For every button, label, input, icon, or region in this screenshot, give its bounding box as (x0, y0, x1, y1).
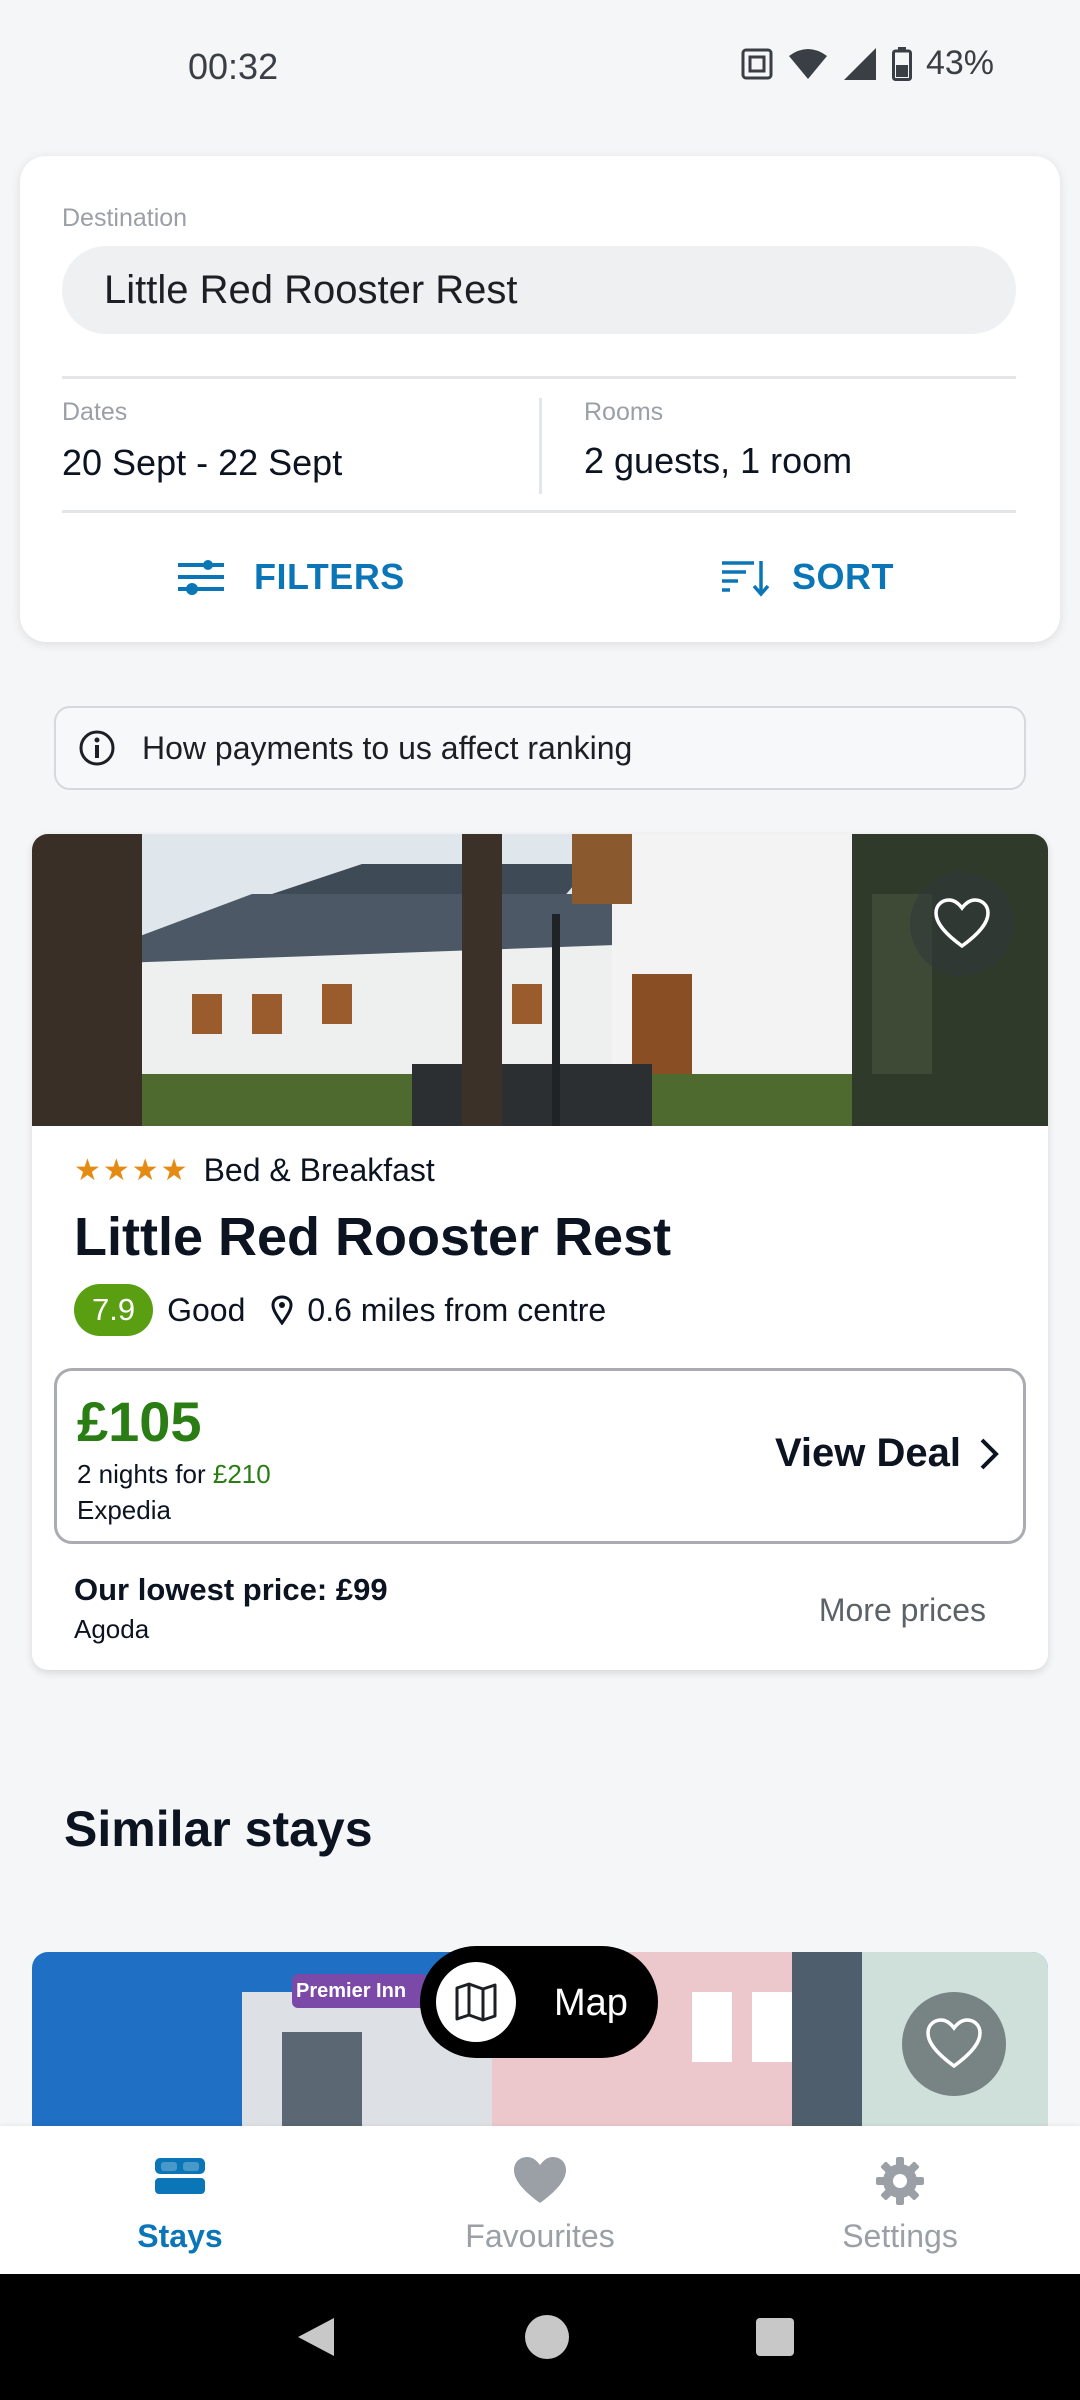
map-label: Map (554, 1982, 628, 2024)
status-bar: 00:32 43% (0, 0, 1080, 130)
rating-row: 7.9 Good 0.6 miles from centre (74, 1284, 606, 1336)
nav-label-stays: Stays (137, 2218, 223, 2254)
heart-outline-icon (934, 898, 990, 949)
bottom-navigation: Stays Favourites Settings (0, 2126, 1080, 2274)
gear-icon (876, 2157, 924, 2205)
deal-box[interactable]: £105 2 nights for £210 Expedia View Deal (54, 1368, 1026, 1544)
filters-button[interactable]: FILTERS (176, 556, 405, 598)
map-button[interactable]: Map (420, 1946, 658, 2058)
wifi-icon (788, 48, 827, 79)
battery-percent: 43% (925, 44, 994, 82)
hotel-card[interactable]: ★★★★ Bed & Breakfast Little Red Rooster … (32, 834, 1048, 1670)
system-navigation-bar (0, 2274, 1080, 2400)
filters-icon (178, 560, 224, 595)
signal-icon (843, 47, 876, 80)
deal-provider: Expedia (77, 1495, 171, 1525)
rating-text: Good (167, 1291, 246, 1328)
destination-input[interactable]: Little Red Rooster Rest (62, 246, 1016, 334)
sort-icon (722, 561, 770, 597)
lowest-price: Our lowest price: £99 (74, 1572, 388, 1607)
nav-label-favourites: Favourites (465, 2218, 615, 2254)
recents-icon[interactable] (754, 2316, 796, 2358)
rooms-label: Rooms (584, 398, 664, 426)
sort-button[interactable]: SORT (720, 556, 894, 598)
nav-label-settings: Settings (842, 2218, 958, 2254)
vertical-divider (539, 398, 542, 494)
property-type: Bed & Breakfast (203, 1152, 435, 1188)
similar-stays-heading: Similar stays (64, 1801, 373, 1857)
destination-label: Destination (62, 204, 188, 232)
status-time: 00:32 (188, 46, 279, 87)
nfc-icon (741, 48, 773, 79)
divider (62, 510, 1016, 513)
dates-field[interactable]: Dates 20 Sept - 22 Sept (62, 398, 532, 494)
home-icon[interactable] (524, 2314, 570, 2360)
payments-ranking-link[interactable]: How payments to us affect ranking (54, 706, 1026, 790)
divider (62, 376, 1016, 379)
lowest-price-provider: Agoda (74, 1614, 150, 1644)
more-prices-link[interactable]: More prices (819, 1592, 986, 1629)
view-deal-button[interactable]: View Deal (775, 1431, 999, 1476)
dates-label: Dates (62, 398, 128, 426)
deal-price: £105 (77, 1390, 202, 1453)
location-pin-icon (271, 1295, 293, 1325)
bed-icon (155, 2158, 205, 2194)
rating-badge: 7.9 (74, 1284, 154, 1336)
similar-favourite-button[interactable] (902, 1992, 1006, 2096)
search-card: Destination Little Red Rooster Rest Date… (20, 156, 1060, 642)
filters-label: FILTERS (254, 556, 405, 597)
rooms-field[interactable]: Rooms 2 guests, 1 room (584, 398, 1014, 494)
sort-label: SORT (792, 556, 895, 597)
favourite-button[interactable] (910, 872, 1014, 976)
chevron-right-icon (980, 1438, 999, 1469)
info-icon (79, 730, 115, 766)
nights-prefix: 2 nights for (77, 1459, 213, 1489)
back-icon[interactable] (292, 2314, 338, 2360)
nights-total-price: £210 (212, 1459, 271, 1489)
rating-stars-row: ★★★★ Bed & Breakfast (74, 1152, 435, 1189)
nav-item-favourites[interactable]: Favourites (360, 2126, 720, 2274)
hotel-photo (32, 834, 1048, 1126)
premier-inn-sign: Premier Inn (296, 1980, 407, 2002)
nav-item-stays[interactable]: Stays (0, 2126, 360, 2274)
nav-item-settings[interactable]: Settings (720, 2126, 1080, 2274)
distance-text: 0.6 miles from centre (307, 1291, 607, 1328)
view-deal-label: View Deal (774, 1431, 961, 1475)
map-icon (455, 1982, 497, 2022)
nights-total: 2 nights for £210 (77, 1459, 271, 1490)
heart-icon (514, 2157, 566, 2203)
payments-ranking-text: How payments to us affect ranking (142, 729, 633, 766)
star-rating: ★★★★ (74, 1154, 190, 1187)
battery-icon (891, 46, 912, 81)
dates-value: 20 Sept - 22 Sept (62, 442, 343, 483)
map-icon-circle (436, 1962, 516, 2042)
rooms-value: 2 guests, 1 room (584, 440, 853, 481)
status-icons: 43% (740, 44, 994, 83)
hotel-name: Little Red Rooster Rest (74, 1207, 672, 1267)
heart-outline-icon (926, 2018, 982, 2069)
